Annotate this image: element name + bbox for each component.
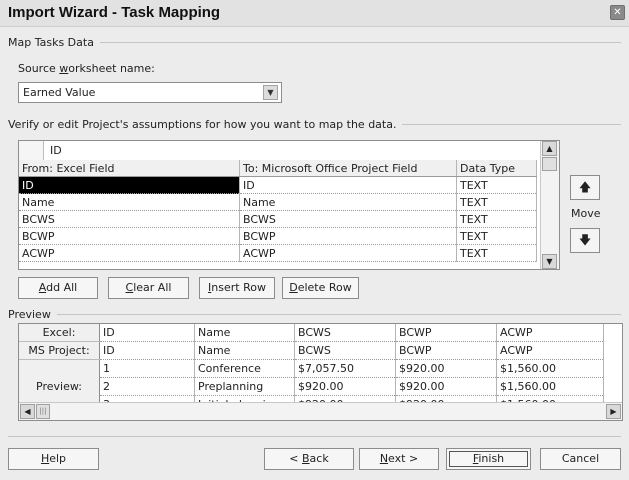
preview-cell: $920.00 [395,377,497,396]
preview-cell: $920.00 [294,377,396,396]
window-title: Import Wizard - Task Mapping [8,4,221,21]
mapping-vertical-scrollbar[interactable]: ▲ ▼ [540,141,559,269]
move-down-button[interactable]: 🡇 [570,228,600,253]
verify-text-row: Verify or edit Project's assumptions for… [8,118,621,131]
preview-cell: Preplanning [194,377,295,396]
mapping-cell-from[interactable]: ID [19,176,240,194]
preview-ms-project-label: MS Project: [19,341,100,360]
mapping-cell-to[interactable]: BCWP [239,227,457,245]
scroll-left-icon[interactable]: ◀ [20,404,35,419]
preview-data-row: 2 Preplanning $920.00 $920.00 $1,560.00 [19,377,604,396]
mapping-cell-type[interactable]: TEXT [456,244,537,262]
preview-excel-label: Excel: [19,324,100,342]
preview-excel-field: ID [99,324,195,342]
preview-cell: $920.00 [395,359,497,378]
preview-cell: $1,560.00 [496,377,604,396]
source-worksheet-label: Source worksheet name: [18,62,155,75]
chevron-down-icon[interactable]: ▼ [263,85,278,100]
preview-horizontal-scrollbar[interactable]: ◀ ||| ▶ [19,402,622,420]
source-worksheet-dropdown[interactable]: Earned Value ▼ [18,82,282,103]
arrow-down-icon: 🡇 [578,233,592,247]
move-up-button[interactable]: 🡅 [570,175,600,200]
title-bar: Import Wizard - Task Mapping ✕ [0,0,629,27]
mapping-cell-type[interactable]: TEXT [456,176,537,194]
preview-data-row: Preview: 1 Conference $7,057.50 $920.00 … [19,359,604,414]
finish-button[interactable]: Finish [446,448,531,470]
cancel-button[interactable]: Cancel [540,448,621,470]
add-all-button[interactable]: Add All [18,277,98,299]
next-button[interactable]: Next > [359,448,439,470]
mapping-cell-to[interactable]: ID [239,176,457,194]
preview-project-field: BCWP [395,341,497,360]
back-button[interactable]: < Back [264,448,354,470]
mapping-cell-type[interactable]: TEXT [456,210,537,228]
preview-project-field: Name [194,341,295,360]
map-tasks-group-label: Map Tasks Data [8,36,94,49]
mapping-row[interactable]: BCWP BCWP TEXT [19,227,537,245]
mapping-edit-input[interactable]: ID [50,144,62,157]
mapping-cell-type[interactable]: TEXT [456,193,537,211]
move-label: Move [571,207,601,220]
map-tasks-group-header: Map Tasks Data [8,36,621,49]
mapping-cell-from[interactable]: Name [19,193,240,211]
mapping-header-type[interactable]: Data Type [456,160,537,177]
mapping-cell-from[interactable]: ACWP [19,244,240,262]
preview-cell: $1,560.00 [496,359,604,378]
preview-excel-field: BCWS [294,324,396,342]
preview-project-field: BCWS [294,341,396,360]
footer-divider [8,436,621,437]
clear-all-button[interactable]: Clear All [108,277,189,299]
scroll-thumb[interactable]: ||| [36,404,50,419]
preview-cell: $7,057.50 [294,359,396,378]
mapping-cell-from[interactable]: BCWP [19,227,240,245]
mapping-cell-type[interactable]: TEXT [456,227,537,245]
preview-group-header: Preview [8,308,621,321]
source-worksheet-value: Earned Value [23,86,96,99]
mapping-row[interactable]: BCWS BCWS TEXT [19,210,537,228]
verify-text: Verify or edit Project's assumptions for… [8,118,397,131]
preview-table: Excel: ID Name BCWS BCWP ACWP MS Project… [19,324,604,414]
preview-group-label: Preview [8,308,51,321]
scroll-down-icon[interactable]: ▼ [542,254,557,269]
preview-excel-row: Excel: ID Name BCWS BCWP ACWP [19,324,604,342]
preview-cell: 1 [99,359,195,378]
mapping-cell-to[interactable]: ACWP [239,244,457,262]
mapping-header-to[interactable]: To: Microsoft Office Project Field [239,160,457,177]
preview-project-row: MS Project: ID Name BCWS BCWP ACWP [19,341,604,360]
mapping-table: From: Excel Field To: Microsoft Office P… [19,160,537,262]
preview-project-field: ACWP [496,341,604,360]
delete-row-button[interactable]: Delete Row [282,277,359,299]
mapping-row[interactable]: ID ID TEXT [19,176,537,194]
preview-grid[interactable]: Excel: ID Name BCWS BCWP ACWP MS Project… [18,323,623,421]
grid-corner [19,141,44,160]
insert-row-button[interactable]: Insert Row [199,277,275,299]
preview-excel-field: BCWP [395,324,497,342]
preview-project-field: ID [99,341,195,360]
scroll-up-icon[interactable]: ▲ [542,141,557,156]
scroll-right-icon[interactable]: ▶ [606,404,621,419]
close-icon[interactable]: ✕ [610,5,625,20]
mapping-grid[interactable]: ID From: Excel Field To: Microsoft Offic… [18,140,560,270]
mapping-cell-from[interactable]: BCWS [19,210,240,228]
scroll-thumb[interactable] [542,157,557,171]
arrow-up-icon: 🡅 [578,180,592,194]
preview-cell: Conference [194,359,295,378]
mapping-cell-to[interactable]: BCWS [239,210,457,228]
mapping-cell-to[interactable]: Name [239,193,457,211]
help-button[interactable]: Help [8,448,99,470]
preview-excel-field: ACWP [496,324,604,342]
preview-cell: 2 [99,377,195,396]
preview-excel-field: Name [194,324,295,342]
mapping-header-from[interactable]: From: Excel Field [19,160,240,177]
mapping-row[interactable]: ACWP ACWP TEXT [19,244,537,262]
mapping-row[interactable]: Name Name TEXT [19,193,537,211]
mapping-edit-row: ID [19,141,537,161]
